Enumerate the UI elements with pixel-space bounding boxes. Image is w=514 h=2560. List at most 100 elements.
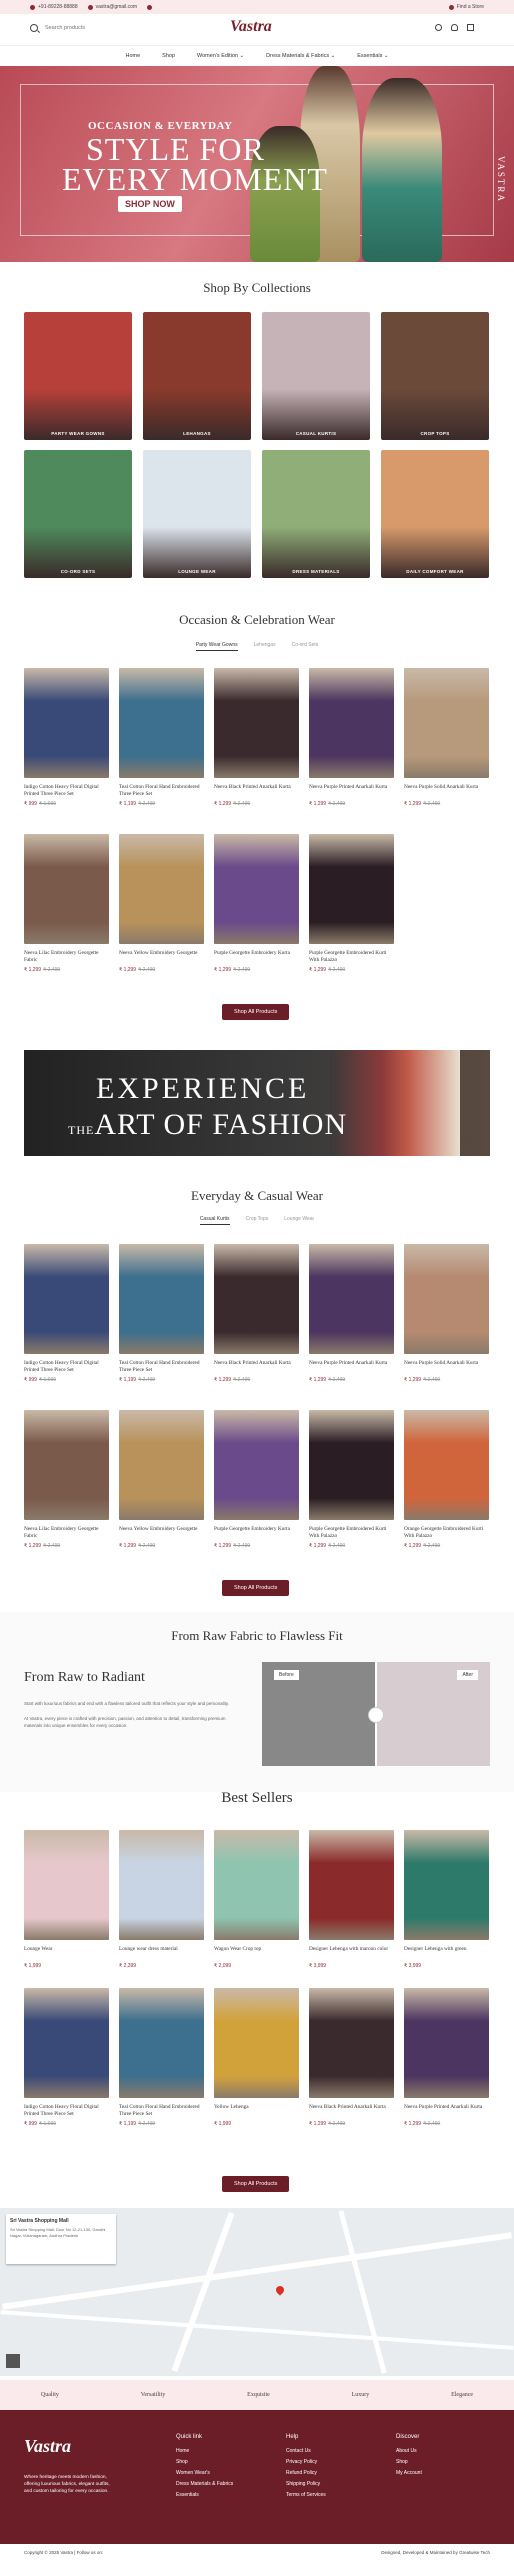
wishlist-icon[interactable] [451,24,458,31]
footer-link[interactable]: Refund Policy [286,2470,326,2476]
product-card[interactable]: Neeva Black Printed Anarkali Kurta ₹ 1,29… [214,1244,299,1383]
footer-link[interactable]: Shop [176,2459,233,2465]
product-image[interactable] [214,668,299,778]
product-card[interactable]: Neeva Lilac Embroidery Georgette Fabric ₹… [24,1410,109,1549]
product-image[interactable] [214,1244,299,1354]
store-map[interactable]: Sri Vastra Shopping Mall Sri Vastra Shop… [0,2208,514,2376]
footer-link[interactable]: My Account [396,2470,422,2476]
nav-essentials[interactable]: Essentials ⌄ [357,53,388,59]
product-name[interactable]: Purple Georgette Embroidery Kurta [214,950,299,964]
tab-casual-kurtis[interactable]: Casual Kurtis [199,1216,230,1225]
product-name[interactable]: Neeva Purple Solid Anarkali Kurta [404,1360,489,1374]
collection-card[interactable]: LEHANGAS [143,312,251,440]
product-card[interactable]: Purple Georgette Embroidered Kurti With … [309,1410,394,1549]
product-image[interactable] [24,1410,109,1520]
product-image[interactable] [214,1830,299,1940]
product-image[interactable] [119,834,204,944]
product-card[interactable]: Designer Lehenga with maroon color ₹ 3,99… [309,1830,394,1969]
product-name[interactable]: Teal Cotton Floral Hand Embroidered Thre… [119,2104,204,2118]
product-card[interactable]: Teal Cotton Floral Hand Embroidered Thre… [119,1988,204,2127]
collection-card[interactable]: CASUAL KURTIS [262,312,370,440]
shop-all-products-button[interactable]: Shop All Products [222,1580,290,1596]
product-card[interactable]: Neeva Purple Solid Anarkali Kurta ₹ 1,299… [404,668,489,807]
product-image[interactable] [119,1244,204,1354]
nav-womens-edition[interactable]: Women's Edition ⌄ [197,53,244,59]
product-card[interactable]: Teal Cotton Floral Hand Embroidered Thre… [119,668,204,807]
nav-dress-materials[interactable]: Dress Materials & Fabrics ⌄ [266,53,335,59]
product-name[interactable]: Neeva Lilac Embroidery Georgette Fabric [24,1526,109,1540]
product-image[interactable] [309,834,394,944]
product-card[interactable]: Neeva Yellow Embroidery Georgette ₹ 1,299… [119,834,204,973]
product-name[interactable]: Teal Cotton Floral Hand Embroidered Thre… [119,784,204,798]
product-card[interactable]: Teal Cotton Floral Hand Embroidered Thre… [119,1244,204,1383]
product-image[interactable] [119,1988,204,2098]
product-name[interactable]: Orange Georgette Embroidered Kurti With … [404,1526,489,1540]
footer-logo[interactable]: Vastra [24,2436,71,2457]
nav-shop[interactable]: Shop [162,53,175,59]
footer-link[interactable]: Contact Us [286,2448,326,2454]
user-icon[interactable] [435,24,442,31]
shop-all-products-button[interactable]: Shop All Products [222,1004,290,1020]
product-card[interactable]: Purple Georgette Embroidery Kurta ₹ 1,299… [214,1410,299,1549]
product-name[interactable]: Neeva Black Printed Anarkali Kurta [214,784,299,798]
phone-link[interactable]: +91-89228-88888 [30,4,78,10]
product-card[interactable]: Lounge wear dress material ₹ 2,399 [119,1830,204,1969]
product-card[interactable]: Indigo Cotton Heavy Floral Digital Print… [24,1988,109,2127]
product-card[interactable]: Orange Georgette Embroidered Kurti With … [404,1410,489,1549]
tab-lounge-wear[interactable]: Lounge Wear [284,1216,314,1225]
product-image[interactable] [309,668,394,778]
product-card[interactable]: Neeva Purple Printed Anarkali Kurta ₹ 1,2… [309,1244,394,1383]
product-image[interactable] [214,834,299,944]
product-name[interactable]: Indigo Cotton Heavy Floral Digital Print… [24,2104,109,2118]
product-name[interactable]: Neeva Lilac Embroidery Georgette Fabric [24,950,109,964]
footer-link[interactable]: Shop [396,2459,422,2465]
logo[interactable]: Vastra [230,18,272,36]
product-image[interactable] [119,668,204,778]
find-store-link[interactable]: Find a Store [448,4,484,10]
product-image[interactable] [24,1830,109,1940]
product-name[interactable]: Lounge wear dress material [119,1946,204,1960]
product-image[interactable] [24,668,109,778]
product-image[interactable] [404,1244,489,1354]
product-card[interactable]: Purple Georgette Embroidery Kurta ₹ 1,299… [214,834,299,973]
shop-all-products-button[interactable]: Shop All Products [222,2176,290,2192]
footer-link[interactable]: Shipping Policy [286,2481,326,2487]
cart-icon[interactable] [467,24,474,31]
product-card[interactable]: Yellow Lehenga ₹ 1,999 [214,1988,299,2127]
product-name[interactable]: Neeva Yellow Embroidery Georgette [119,1526,204,1540]
product-name[interactable]: Indigo Cotton Heavy Floral Digital Print… [24,1360,109,1374]
product-name[interactable]: Neeva Black Printed Anarkali Kurta [309,2104,394,2118]
email-link[interactable]: vastra@gmail.com [87,4,137,10]
footer-link[interactable]: Women Wear's [176,2470,233,2476]
collection-card[interactable]: LOUNGE WEAR [143,450,251,578]
product-image[interactable] [119,1830,204,1940]
collection-card[interactable]: DAILY COMFORT WEAR [381,450,489,578]
product-image[interactable] [214,1988,299,2098]
product-image[interactable] [24,834,109,944]
product-name[interactable]: Purple Georgette Embroidery Kurta [214,1526,299,1540]
footer-link[interactable]: Dress Materials & Fabrics [176,2481,233,2487]
product-card[interactable]: Neeva Purple Printed Anarkali Kurta ₹ 1,2… [309,668,394,807]
product-image[interactable] [119,1410,204,1520]
instagram-icon[interactable] [147,4,153,10]
product-name[interactable]: Neeva Purple Printed Anarkali Kurta [309,1360,394,1374]
nav-home[interactable]: Home [126,53,141,59]
product-image[interactable] [404,1410,489,1520]
product-name[interactable]: Teal Cotton Floral Hand Embroidered Thre… [119,1360,204,1374]
product-card[interactable]: Neeva Lilac Embroidery Georgette Fabric ₹… [24,834,109,973]
collection-card[interactable]: PARTY WEAR GOWNS [24,312,132,440]
product-card[interactable]: Neeva Black Printed Anarkali Kurta ₹ 1,29… [309,1988,394,2127]
product-image[interactable] [24,1244,109,1354]
product-image[interactable] [309,1244,394,1354]
product-card[interactable]: Lounge Wear ₹ 1,999 [24,1830,109,1969]
product-card[interactable]: Neeva Yellow Embroidery Georgette ₹ 1,299… [119,1410,204,1549]
product-name[interactable]: Designer Lehenga with green [404,1946,489,1960]
product-name[interactable]: Neeva Purple Printed Anarkali Kurta [404,2104,489,2118]
product-card[interactable]: Indigo Cotton Heavy Floral Digital Print… [24,668,109,807]
product-name[interactable]: Neeva Black Printed Anarkali Kurta [214,1360,299,1374]
product-name[interactable]: Neeva Purple Solid Anarkali Kurta [404,784,489,798]
search-input[interactable] [45,22,165,34]
product-name[interactable]: Purple Georgette Embroidered Kurti With … [309,1526,394,1540]
product-image[interactable] [214,1410,299,1520]
collection-card[interactable]: DRESS MATERIALS [262,450,370,578]
